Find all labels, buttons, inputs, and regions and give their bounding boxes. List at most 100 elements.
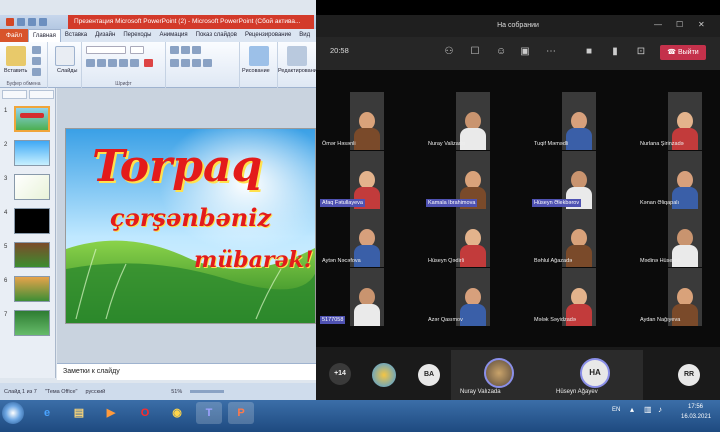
notes-pane[interactable]: Заметки к слайду bbox=[57, 363, 316, 380]
zoom-slider[interactable] bbox=[190, 390, 225, 393]
chat-icon[interactable]: ☐ bbox=[470, 47, 480, 57]
chrome-icon[interactable]: ◉ bbox=[164, 402, 190, 424]
find-icon[interactable] bbox=[287, 46, 307, 66]
participant-name: Bəhlul Ağazadə bbox=[534, 258, 573, 264]
opera-icon[interactable]: O bbox=[132, 402, 158, 424]
participant-body bbox=[354, 128, 380, 150]
reactions-icon[interactable]: ☺ bbox=[496, 47, 506, 57]
align-center-icon[interactable] bbox=[181, 59, 190, 67]
powerpoint-taskbar-icon[interactable]: P bbox=[228, 402, 254, 424]
paragraph-group bbox=[166, 42, 240, 88]
font-color-icon[interactable] bbox=[144, 59, 153, 67]
participant-name: Mədinə Hüseynli bbox=[640, 258, 681, 264]
slide-number: 2 bbox=[4, 142, 8, 148]
font-name-select[interactable] bbox=[86, 46, 126, 54]
font-size-select[interactable] bbox=[130, 46, 144, 54]
network-icon[interactable]: ▥ bbox=[644, 405, 652, 414]
slide-thumbnail-4[interactable] bbox=[14, 208, 50, 234]
ppt-window-title: Презентация Microsoft PowerPoint (2) - M… bbox=[68, 15, 314, 29]
language-indicator[interactable]: русский bbox=[85, 389, 105, 395]
justify-icon[interactable] bbox=[203, 59, 212, 67]
tab-slideshow[interactable]: Показ слайдов bbox=[192, 29, 241, 42]
clipboard-group-label: Буфер обмена bbox=[6, 81, 41, 87]
tray-arrow-icon[interactable]: ▴ bbox=[630, 405, 634, 414]
tab-design[interactable]: Дизайн bbox=[91, 29, 119, 42]
leave-button[interactable]: ☎ Выйти bbox=[660, 45, 706, 60]
internet-explorer-icon[interactable]: e bbox=[34, 402, 60, 424]
format-painter-icon[interactable] bbox=[32, 68, 41, 76]
speaker-avatar-ha[interactable]: HA bbox=[580, 358, 610, 388]
drawing-group: Рисование bbox=[240, 42, 278, 88]
volume-icon[interactable]: ♪ bbox=[658, 405, 662, 414]
speaker-avatar-1[interactable] bbox=[484, 358, 514, 388]
camera-icon[interactable]: ■ bbox=[584, 47, 594, 57]
cut-icon[interactable] bbox=[32, 46, 41, 54]
participant-name: Azər Qasımov bbox=[428, 317, 463, 323]
more-actions-icon[interactable]: ⋯ bbox=[546, 47, 556, 57]
clock-date[interactable]: 16.03.2021 bbox=[681, 414, 711, 420]
numbering-icon[interactable] bbox=[181, 46, 190, 54]
language-indicator[interactable]: EN bbox=[612, 407, 620, 413]
avatar-rr[interactable]: RR bbox=[678, 364, 700, 386]
shadow-icon[interactable] bbox=[130, 59, 139, 67]
tab-outline-view[interactable] bbox=[29, 90, 54, 99]
file-explorer-icon[interactable]: ▤ bbox=[66, 402, 92, 424]
slide-thumbnail-1[interactable] bbox=[14, 106, 50, 132]
tab-review[interactable]: Рецензирование bbox=[241, 29, 295, 42]
bold-icon[interactable] bbox=[86, 59, 95, 67]
teams-taskbar-icon[interactable]: T bbox=[196, 402, 222, 424]
tab-home[interactable]: Главная bbox=[27, 28, 61, 43]
align-left-icon[interactable] bbox=[170, 59, 179, 67]
undo-icon[interactable] bbox=[28, 18, 36, 26]
overflow-participants-button[interactable]: +14 bbox=[329, 363, 351, 385]
start-button[interactable] bbox=[2, 402, 24, 424]
tab-animations[interactable]: Анимация bbox=[155, 29, 191, 42]
slide-counter: Слайд 1 из 7 bbox=[4, 388, 37, 395]
bullets-icon[interactable] bbox=[170, 46, 179, 54]
minimize-icon[interactable]: — bbox=[654, 20, 662, 29]
redo-icon[interactable] bbox=[39, 18, 47, 26]
participant-avatar-photo[interactable] bbox=[372, 363, 396, 387]
ribbon: Вставить Буфер обмена Слайды Шрифт Рисов… bbox=[0, 42, 320, 88]
italic-icon[interactable] bbox=[97, 59, 106, 67]
shapes-icon[interactable] bbox=[249, 46, 269, 66]
close-icon[interactable]: ✕ bbox=[698, 20, 705, 29]
tab-transitions[interactable]: Переходы bbox=[119, 29, 155, 42]
indent-icon[interactable] bbox=[192, 46, 201, 54]
slide-thumbnail-6[interactable] bbox=[14, 276, 50, 302]
underline-icon[interactable] bbox=[108, 59, 117, 67]
slide-thumbnail-3[interactable] bbox=[14, 174, 50, 200]
breakout-rooms-icon[interactable]: ▣ bbox=[520, 47, 530, 57]
maximize-icon[interactable]: ☐ bbox=[676, 20, 683, 29]
slide-subtitle-2: mübarək! bbox=[194, 247, 314, 273]
slide-number: 5 bbox=[4, 244, 8, 250]
avatar-ba[interactable]: BA bbox=[418, 364, 440, 386]
tab-slides-view[interactable] bbox=[2, 90, 27, 99]
tab-insert[interactable]: Вставка bbox=[61, 29, 91, 42]
paste-icon[interactable] bbox=[6, 46, 26, 66]
slide-number: 7 bbox=[4, 312, 8, 318]
clock-time[interactable]: 17:56 bbox=[688, 404, 703, 410]
participant-name: Nurlana Şirinzadə bbox=[640, 141, 684, 147]
slide-thumbnail-7[interactable] bbox=[14, 310, 50, 336]
copy-icon[interactable] bbox=[32, 57, 41, 65]
current-slide[interactable]: Torpaq çərşənbəniz mübarək! bbox=[65, 128, 316, 324]
new-slide-icon[interactable] bbox=[55, 46, 75, 66]
tab-view[interactable]: Вид bbox=[295, 29, 314, 42]
participant-name: Aydan Nağıyeva bbox=[640, 317, 681, 323]
participant-video-tile[interactable] bbox=[350, 268, 384, 326]
share-screen-icon[interactable]: ⊡ bbox=[636, 47, 646, 57]
participant-name: Afaq Fətullayeva bbox=[320, 199, 365, 207]
slide-thumbnail-5[interactable] bbox=[14, 242, 50, 268]
save-icon[interactable] bbox=[17, 18, 25, 26]
phone-hangup-icon: ☎ bbox=[667, 49, 677, 56]
tab-file[interactable]: Файл bbox=[0, 29, 28, 42]
zoom-level[interactable]: 51% bbox=[171, 389, 182, 395]
media-player-icon[interactable]: ▶ bbox=[98, 402, 124, 424]
slide-thumbnail-2[interactable] bbox=[14, 140, 50, 166]
microphone-icon[interactable]: ▮ bbox=[610, 47, 620, 57]
strikethrough-icon[interactable] bbox=[119, 59, 128, 67]
align-right-icon[interactable] bbox=[192, 59, 201, 67]
ppt-status-bar: Слайд 1 из 7 "Тема Office" русский 51% bbox=[0, 383, 316, 400]
participants-icon[interactable]: ⚇ bbox=[444, 47, 454, 57]
